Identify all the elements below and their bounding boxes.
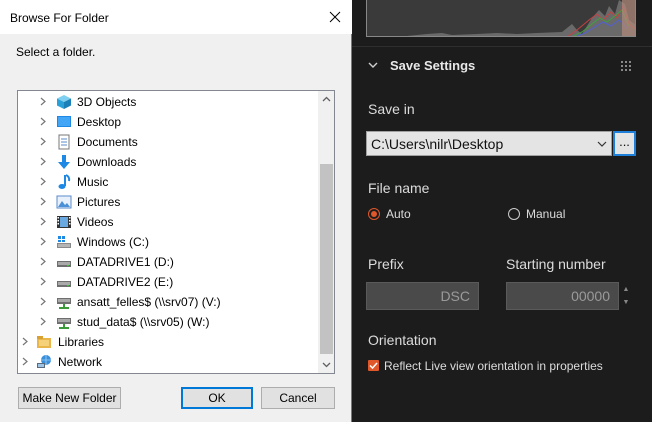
save-in-value: C:\Users\nilr\Desktop xyxy=(371,136,504,152)
prefix-field[interactable]: DSC xyxy=(366,282,479,310)
music-icon xyxy=(58,174,71,189)
auto-radio-label[interactable]: Auto xyxy=(386,207,411,221)
dialog-titlebar[interactable]: Browse For Folder xyxy=(0,0,352,34)
chevron-down-icon[interactable] xyxy=(597,139,607,149)
tree-item-downloads[interactable]: Downloads xyxy=(18,152,318,172)
tree-item-label: DATADRIVE1 (D:) xyxy=(77,255,174,269)
checkmark-icon xyxy=(369,362,378,370)
chevron-down-icon[interactable] xyxy=(366,58,380,72)
desktop-icon xyxy=(57,116,71,127)
make-new-folder-button[interactable]: Make New Folder xyxy=(18,387,121,409)
tree-item-label: 3D Objects xyxy=(77,95,137,109)
file-name-label: File name xyxy=(368,180,430,196)
chevron-right-icon[interactable] xyxy=(20,337,29,346)
tree-item-label: Network xyxy=(58,355,103,369)
cancel-button[interactable]: Cancel xyxy=(261,387,335,409)
camera-settings-panel: Save Settings Save in C:\Users\nilr\Desk… xyxy=(352,0,652,422)
starting-number-label: Starting number xyxy=(506,256,606,272)
chevron-right-icon[interactable] xyxy=(38,117,47,126)
tree-item-label: Videos xyxy=(77,215,114,229)
tree-item-label: Downloads xyxy=(77,155,137,169)
manual-radio[interactable] xyxy=(508,208,520,220)
stepper-down-icon[interactable]: ▼ xyxy=(619,296,633,309)
chevron-right-icon[interactable] xyxy=(38,317,47,326)
tree-item-ansatt-felles[interactable]: ansatt_felles$ (\\srv07) (V:) xyxy=(18,292,318,312)
section-title: Save Settings xyxy=(390,58,476,73)
tree-item-3d-objects[interactable]: 3D Objects xyxy=(18,92,318,112)
chevron-right-icon[interactable] xyxy=(38,97,47,106)
chevron-right-icon[interactable] xyxy=(38,197,47,206)
chevron-right-icon[interactable] xyxy=(38,217,47,226)
chevron-right-icon[interactable] xyxy=(38,157,47,166)
scroll-up-icon[interactable] xyxy=(322,95,331,104)
videos-icon xyxy=(57,216,71,228)
tree-item-videos[interactable]: Videos xyxy=(18,212,318,232)
tree-item-label: Music xyxy=(77,175,109,189)
close-icon[interactable] xyxy=(329,11,341,23)
tree-item-music[interactable]: Music xyxy=(18,172,318,192)
network-icon xyxy=(37,355,51,368)
dialog-title: Browse For Folder xyxy=(10,11,109,25)
drive-icon xyxy=(57,281,71,287)
chevron-right-icon[interactable] xyxy=(38,137,47,146)
orientation-label: Orientation xyxy=(368,332,437,348)
auto-radio[interactable] xyxy=(368,208,380,220)
downloads-icon xyxy=(58,155,70,169)
manual-radio-label[interactable]: Manual xyxy=(526,207,565,221)
tree-vertical-scrollbar[interactable] xyxy=(318,91,334,373)
orientation-checkbox[interactable] xyxy=(368,360,379,371)
chevron-right-icon[interactable] xyxy=(20,357,29,366)
scrollbar-thumb[interactable] xyxy=(320,164,333,354)
network-drive-icon xyxy=(57,298,71,309)
tree-item-windows-c[interactable]: Windows (C:) xyxy=(18,232,318,252)
drag-handle-icon[interactable] xyxy=(620,60,632,72)
drive-icon xyxy=(57,261,71,267)
libraries-icon xyxy=(37,336,51,348)
tree-item-label: DATADRIVE2 (E:) xyxy=(77,275,174,289)
tree-item-documents[interactable]: Documents xyxy=(18,132,318,152)
tree-item-libraries[interactable]: Libraries xyxy=(18,332,318,352)
scroll-down-icon[interactable] xyxy=(322,360,331,369)
histogram xyxy=(366,0,636,37)
save-in-label: Save in xyxy=(368,101,415,117)
tree-item-stud-data[interactable]: stud_data$ (\\srv05) (W:) xyxy=(18,312,318,332)
starting-number-stepper[interactable]: ▲ ▼ xyxy=(619,283,633,309)
stepper-up-icon[interactable]: ▲ xyxy=(619,283,633,296)
browse-for-folder-dialog: Browse For Folder Select a folder. 3D Ob… xyxy=(0,0,352,422)
tree-item-label: Windows (C:) xyxy=(77,235,150,249)
network-drive-icon xyxy=(57,318,71,329)
tree-item-datadrive2[interactable]: DATADRIVE2 (E:) xyxy=(18,272,318,292)
tree-item-label: ansatt_felles$ (\\srv07) (V:) xyxy=(77,295,221,309)
chevron-right-icon[interactable] xyxy=(38,237,47,246)
tree-item-label: stud_data$ (\\srv05) (W:) xyxy=(77,315,210,329)
orientation-checkbox-label[interactable]: Reflect Live view orientation in propert… xyxy=(384,359,603,373)
tree-item-label: Documents xyxy=(77,135,138,149)
tree-item-label: Libraries xyxy=(58,335,105,349)
chevron-right-icon[interactable] xyxy=(38,277,47,286)
tree-item-desktop[interactable]: Desktop xyxy=(18,112,318,132)
tree-item-pictures[interactable]: Pictures xyxy=(18,192,318,212)
starting-number-field[interactable]: 00000 xyxy=(506,282,619,310)
browse-folder-button[interactable]: ... xyxy=(613,131,636,156)
windows-drive-icon xyxy=(57,236,71,248)
3d-objects-icon xyxy=(57,95,71,109)
documents-icon xyxy=(58,134,70,150)
divider xyxy=(352,46,652,47)
save-in-dropdown[interactable]: C:\Users\nilr\Desktop xyxy=(366,131,612,156)
tree-item-label: Desktop xyxy=(77,115,122,129)
folder-tree[interactable]: 3D Objects Desktop Documents Downloads M… xyxy=(17,90,335,374)
prefix-label: Prefix xyxy=(368,256,404,272)
ok-button[interactable]: OK xyxy=(181,387,253,409)
chevron-right-icon[interactable] xyxy=(38,297,47,306)
tree-item-datadrive1[interactable]: DATADRIVE1 (D:) xyxy=(18,252,318,272)
histogram-graph xyxy=(367,0,635,36)
dialog-instruction: Select a folder. xyxy=(16,45,96,59)
chevron-right-icon[interactable] xyxy=(38,257,47,266)
tree-item-label: Pictures xyxy=(77,195,121,209)
tree-item-network[interactable]: Network xyxy=(18,352,318,372)
chevron-right-icon[interactable] xyxy=(38,177,47,186)
pictures-icon xyxy=(56,195,72,209)
save-settings-header[interactable]: Save Settings xyxy=(352,52,652,80)
